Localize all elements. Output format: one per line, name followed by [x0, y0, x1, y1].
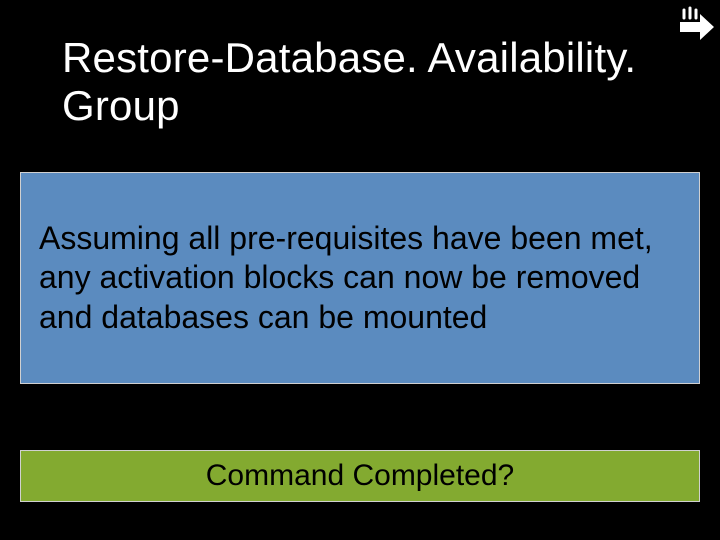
slide: Restore-Database. Availability. Group As… [0, 0, 720, 540]
footer-label: Command Completed? [206, 459, 514, 493]
content-band: Assuming all pre-requisites have been me… [20, 172, 700, 384]
footer-band: Command Completed? [20, 450, 700, 502]
body-text: Assuming all pre-requisites have been me… [39, 219, 681, 336]
slide-title: Restore-Database. Availability. Group [62, 34, 720, 130]
